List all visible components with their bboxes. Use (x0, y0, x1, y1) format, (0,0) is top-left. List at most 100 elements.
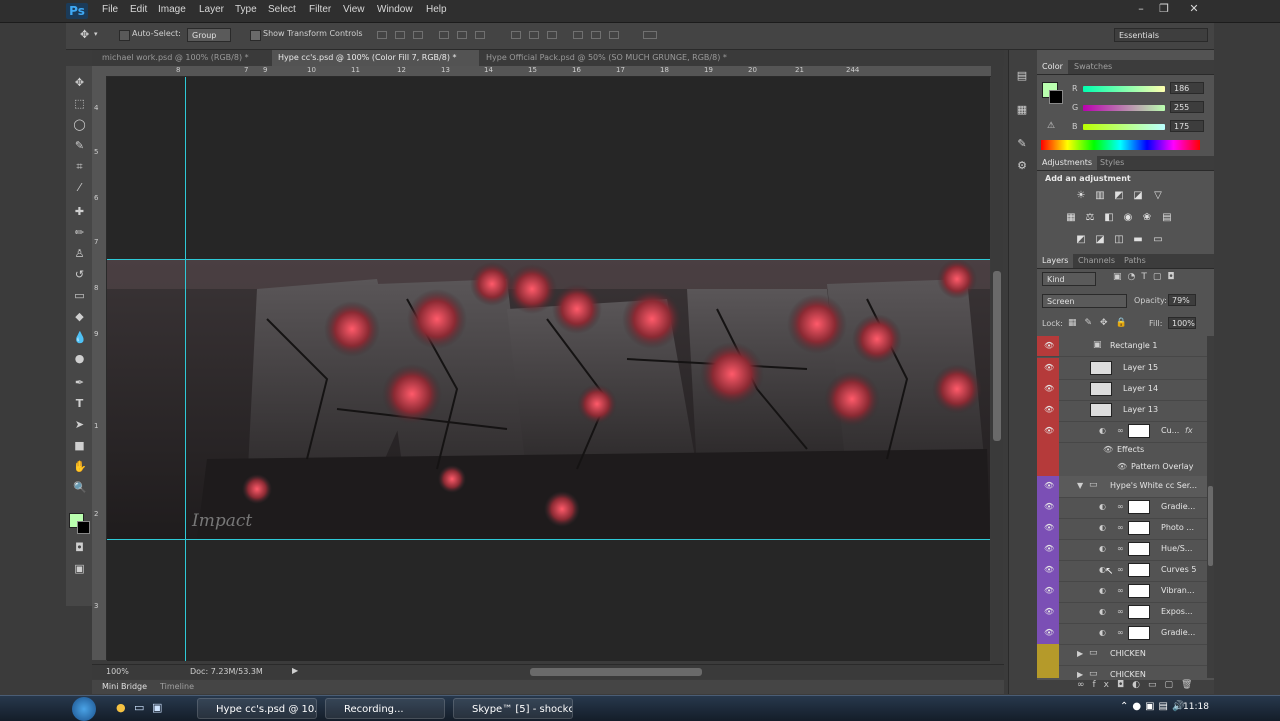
align-left-icon[interactable] (439, 31, 449, 39)
menu-select[interactable]: Select (268, 4, 296, 15)
layers-scrollbar[interactable] (1207, 336, 1214, 678)
blend-mode-dropdown[interactable]: Screen (1042, 294, 1127, 308)
show-transform-checkbox[interactable] (250, 30, 261, 41)
taskbar-skype[interactable]: Skype™ [5] - shockc... (453, 698, 573, 719)
tab-swatches[interactable]: Swatches (1069, 60, 1117, 74)
eye-icon[interactable]: 👁 (1044, 586, 1054, 595)
menu-image[interactable]: Image (158, 4, 186, 15)
color-lookup-icon[interactable]: ▤ (1161, 212, 1173, 223)
auto-select-checkbox[interactable] (119, 30, 130, 41)
eye-icon[interactable]: 👁 (1044, 481, 1054, 490)
taskbar-recording[interactable]: Recording... (325, 698, 445, 719)
channel-mixer-icon[interactable]: ❀ (1141, 212, 1153, 223)
eye-icon[interactable]: 👁 (1044, 341, 1054, 350)
eye-icon[interactable]: 👁 (1044, 384, 1054, 393)
filter-icons[interactable]: ▣◔T▢◘ (1113, 272, 1180, 282)
quick-select-tool-icon[interactable]: ✎ (73, 139, 86, 152)
start-button[interactable] (72, 697, 96, 721)
brightness-icon[interactable]: ☀ (1075, 190, 1087, 201)
vertical-scrollbar[interactable] (991, 66, 1003, 666)
distribute-vcenter-icon[interactable] (529, 31, 539, 39)
tab-layers[interactable]: Layers (1037, 254, 1074, 268)
layer-row[interactable]: 👁 ▣ Rectangle 1 (1037, 336, 1207, 357)
color-balance-icon[interactable]: ⚖ (1084, 212, 1096, 223)
close-button[interactable]: ✕ (1183, 1, 1205, 17)
layer-row[interactable]: 👁 ◐ ∞ Photo ... (1037, 518, 1207, 540)
hand-tool-icon[interactable]: ✋ (73, 460, 87, 473)
restore-button[interactable]: ❐ (1153, 1, 1175, 17)
opacity-field[interactable]: 79% (1168, 294, 1196, 306)
type-tool-icon[interactable]: T (73, 397, 86, 410)
explorer-icon[interactable]: ▭ (134, 701, 144, 714)
rectangle-tool-icon[interactable]: ■ (73, 439, 86, 452)
align-hcenter-icon[interactable] (457, 31, 467, 39)
tab-styles[interactable]: Styles (1095, 156, 1129, 170)
tray-icons[interactable]: ⌃●▣▤🔊 (1120, 701, 1188, 712)
doc-tab-michael-work[interactable]: michael work.psd @ 100% (RGB/8) * (96, 50, 272, 66)
background-color-swatch[interactable] (77, 521, 90, 534)
distribute-bottom-icon[interactable] (547, 31, 557, 39)
move-tool-icon[interactable]: ✥ (73, 76, 86, 89)
exposure-icon[interactable]: ◪ (1132, 190, 1144, 201)
tab-channels[interactable]: Channels (1073, 254, 1120, 268)
dodge-tool-icon[interactable]: ● (73, 352, 86, 365)
menu-help[interactable]: Help (426, 4, 447, 15)
history-icon[interactable]: ▤ (1015, 70, 1029, 82)
tab-timeline[interactable]: Timeline (160, 682, 194, 691)
doc-tab-hype-cc[interactable]: Hype cc's.psd @ 100% (Color Fill 7, RGB/… (272, 50, 479, 66)
layer-row[interactable]: 👁 Layer 15 (1037, 358, 1207, 380)
auto-select-dropdown[interactable]: Group (187, 28, 231, 42)
media-icon[interactable]: ▣ (152, 701, 162, 714)
expand-arrow-icon[interactable]: ▼ (1077, 481, 1083, 490)
r-value[interactable]: 186 (1170, 82, 1204, 94)
brush-tool-icon[interactable]: ✏ (73, 226, 86, 239)
eye-icon[interactable]: 👁 (1044, 502, 1054, 511)
clone-stamp-tool-icon[interactable]: ♙ (73, 247, 86, 260)
lock-icons[interactable]: ▦✎✥🔒 (1068, 318, 1135, 328)
eye-icon[interactable]: 👁 (1044, 607, 1054, 616)
background-color-swatch[interactable] (1049, 90, 1063, 104)
selective-color-icon[interactable]: ▬ (1132, 234, 1144, 245)
minimize-button[interactable]: – (1130, 1, 1152, 17)
clone-source-icon[interactable]: ⚙ (1015, 160, 1029, 172)
eye-icon[interactable]: 👁 (1044, 405, 1054, 414)
eye-icon[interactable]: 👁 (1044, 523, 1054, 532)
align-bottom-icon[interactable] (413, 31, 423, 39)
menu-edit[interactable]: Edit (130, 4, 147, 15)
align-right-icon[interactable] (475, 31, 485, 39)
expand-arrow-icon[interactable]: ▶ (1077, 649, 1083, 658)
paint-bucket-tool-icon[interactable]: ◆ (73, 310, 86, 323)
layer-row[interactable]: 👁 ◐ ∞ Cu... fx (1037, 421, 1207, 443)
properties-icon[interactable]: ▦ (1015, 104, 1029, 116)
auto-align-icon[interactable] (643, 31, 657, 39)
layer-row[interactable]: 👁 Layer 13 (1037, 400, 1207, 422)
posterize-icon[interactable]: ◪ (1094, 234, 1106, 245)
workspace-dropdown[interactable]: Essentials (1114, 28, 1208, 42)
healing-brush-tool-icon[interactable]: ✚ (73, 205, 86, 218)
fx-icon[interactable]: fx (1185, 426, 1193, 435)
brush-presets-icon[interactable]: ✎ (1015, 138, 1029, 150)
horizontal-scroll-thumb[interactable] (530, 668, 702, 676)
eye-icon[interactable]: 👁 (1044, 426, 1054, 435)
layer-row[interactable]: 👁 ◐ ∞ Vibran... (1037, 581, 1207, 603)
distribute-right-icon[interactable] (609, 31, 619, 39)
g-value[interactable]: 255 (1170, 101, 1204, 113)
r-slider[interactable] (1083, 86, 1165, 92)
effect-row[interactable]: 👁 Pattern Overlay (1037, 458, 1207, 477)
screen-mode-icon[interactable]: ▣ (73, 562, 86, 575)
vertical-scroll-thumb[interactable] (993, 271, 1001, 441)
align-vcenter-icon[interactable] (395, 31, 405, 39)
layer-row[interactable]: 👁 ◐ ∞ Hue/S... (1037, 539, 1207, 561)
marquee-tool-icon[interactable]: ⬚ (73, 97, 86, 110)
eraser-tool-icon[interactable]: ▭ (73, 289, 86, 302)
g-slider[interactable] (1083, 105, 1165, 111)
blur-tool-icon[interactable]: 💧 (73, 331, 87, 344)
document-canvas[interactable]: Impact (107, 77, 990, 661)
align-top-icon[interactable] (377, 31, 387, 39)
guide-horizontal-bottom[interactable] (107, 539, 990, 540)
layer-filter-dropdown[interactable]: Kind (1042, 272, 1096, 286)
doc-tab-hype-official-pack[interactable]: Hype Official Pack.psd @ 50% (SO MUCH GR… (480, 50, 755, 66)
eye-icon[interactable]: 👁 (1103, 445, 1113, 454)
status-arrow-icon[interactable]: ▶ (292, 666, 298, 675)
eye-icon[interactable]: 👁 (1044, 363, 1054, 372)
